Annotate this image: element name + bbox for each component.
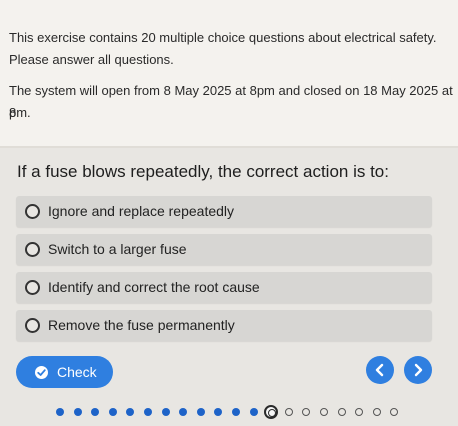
previous-button[interactable]	[366, 356, 394, 384]
progress-dot-answered[interactable]	[91, 408, 100, 416]
radio-button[interactable]	[25, 242, 40, 257]
progress-dot-unanswered[interactable]	[355, 408, 364, 416]
progress-dot-answered[interactable]	[232, 408, 240, 416]
checkmark-icon	[35, 366, 48, 379]
instructions-line-1: This exercise contains 20 multiple choic…	[9, 30, 437, 45]
instructions-line-2: Please answer all questions.	[9, 52, 174, 67]
instructions-line-4: pm.	[9, 105, 31, 120]
progress-dot-answered[interactable]	[214, 408, 223, 416]
chevron-left-icon	[375, 363, 384, 377]
progress-dot-unanswered[interactable]	[372, 408, 381, 416]
next-button[interactable]	[404, 356, 432, 384]
check-button[interactable]: Check	[16, 356, 113, 388]
radio-button[interactable]	[25, 280, 40, 295]
progress-dot-answered[interactable]	[179, 408, 188, 416]
instructions-panel: This exercise contains 20 multiple choic…	[0, 0, 458, 147]
answer-option[interactable]: Switch to a larger fuse	[16, 234, 432, 265]
progress-dot-unanswered[interactable]	[302, 408, 311, 416]
progress-dot-answered[interactable]	[249, 408, 258, 416]
answer-option[interactable]: Identify and correct the root cause	[16, 272, 432, 303]
progress-dot-unanswered[interactable]	[284, 408, 293, 416]
progress-dot-answered[interactable]	[73, 408, 82, 416]
check-label: Check	[57, 364, 97, 380]
radio-button[interactable]	[25, 204, 40, 219]
answer-option[interactable]: Ignore and replace repeatedly	[16, 196, 432, 227]
option-label: Ignore and replace repeatedly	[48, 203, 235, 219]
progress-dot-unanswered[interactable]	[320, 408, 328, 416]
progress-dot-answered[interactable]	[126, 408, 135, 416]
progress-dot-answered[interactable]	[108, 408, 117, 416]
progress-dot-answered[interactable]	[56, 408, 64, 416]
option-label: Identify and correct the root cause	[48, 279, 260, 295]
progress-dot-answered[interactable]	[144, 408, 152, 416]
progress-dot-answered[interactable]	[161, 408, 170, 416]
progress-dot-unanswered[interactable]	[390, 408, 399, 416]
progress-dot-unanswered[interactable]	[337, 408, 346, 416]
question-text: If a fuse blows repeatedly, the correct …	[17, 162, 389, 181]
progress-dot-current[interactable]	[264, 405, 279, 419]
radio-button[interactable]	[25, 318, 40, 333]
option-label: Remove the fuse permanently	[48, 317, 235, 333]
answer-option[interactable]: Remove the fuse permanently	[16, 310, 432, 341]
instructions-line-3: The system will open from 8 May 2025 at …	[9, 83, 453, 120]
option-label: Switch to a larger fuse	[48, 241, 187, 257]
question-progress	[0, 405, 458, 419]
progress-dot-answered[interactable]	[196, 408, 205, 416]
chevron-right-icon	[414, 363, 423, 377]
